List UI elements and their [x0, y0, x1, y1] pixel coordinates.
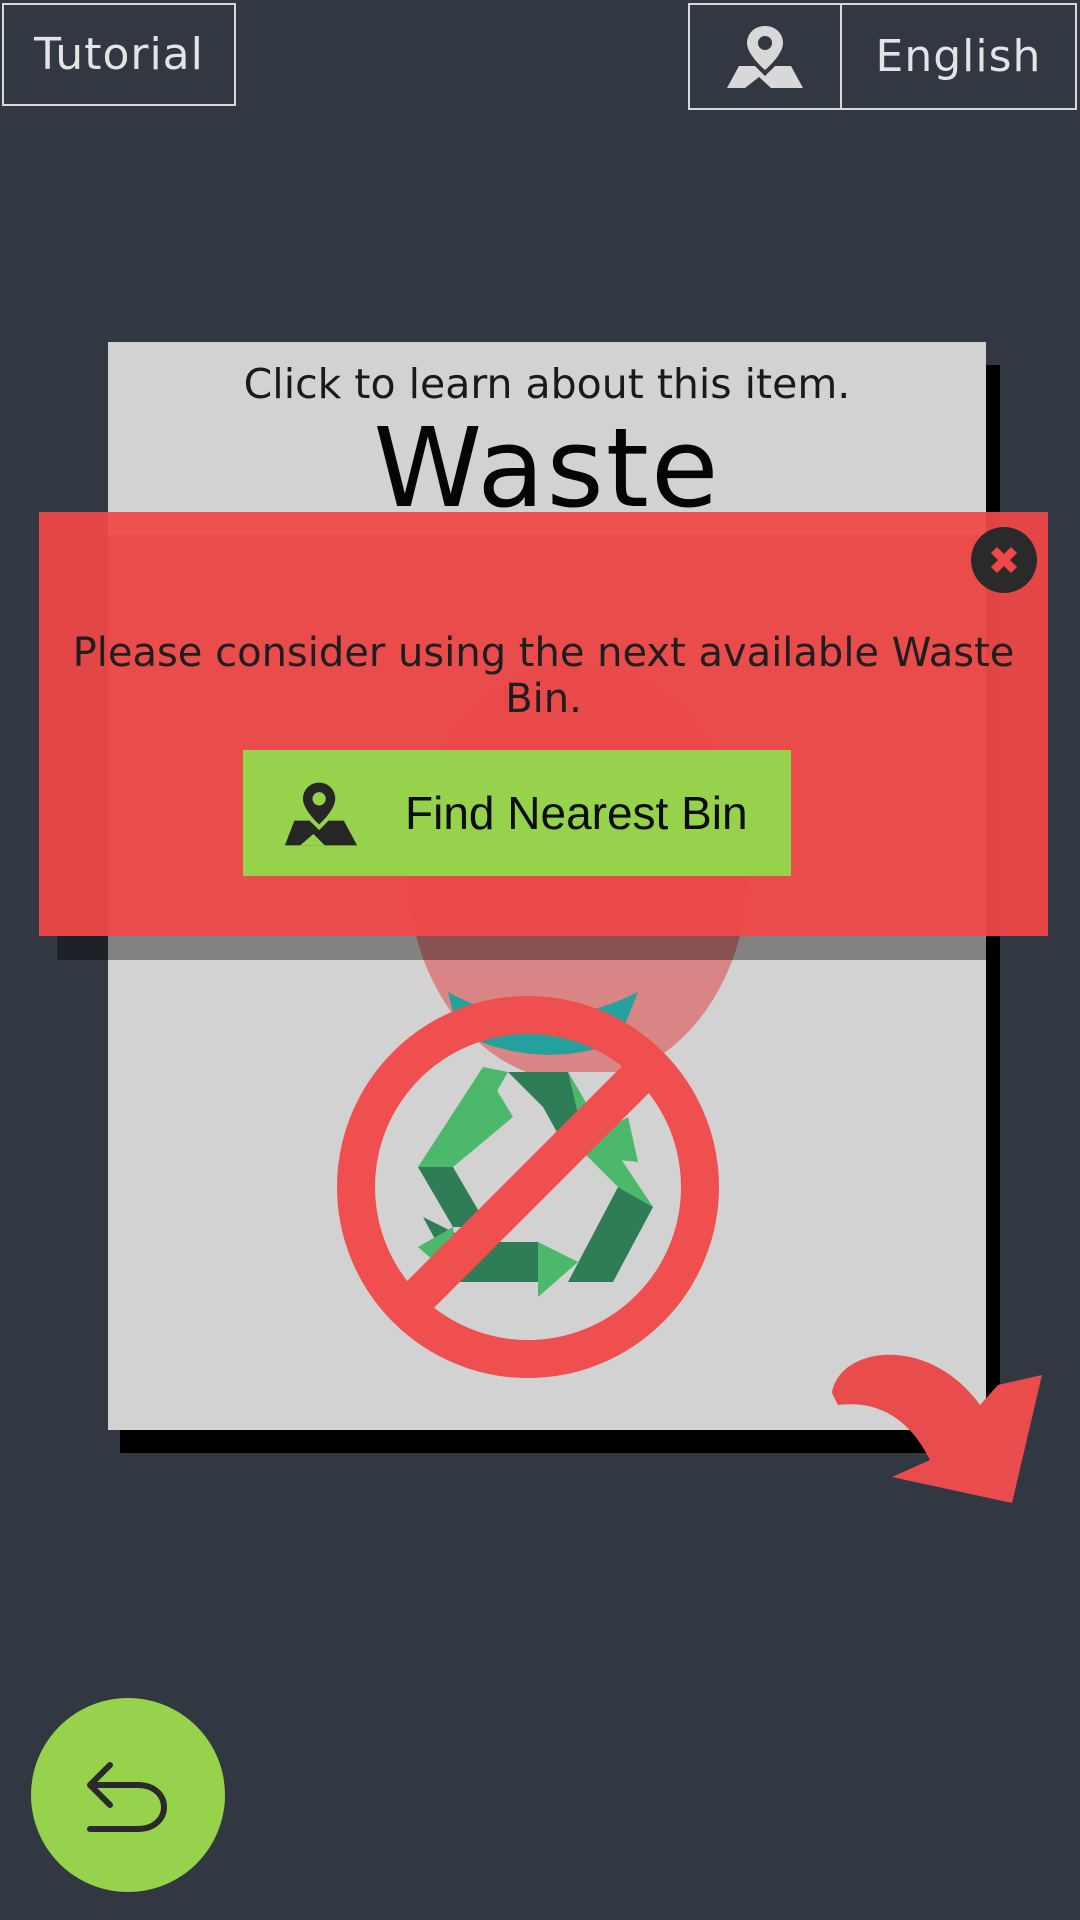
screen: Tutorial English Click to learn about th…	[0, 0, 1080, 1920]
close-icon	[991, 547, 1017, 573]
language-label: English	[875, 31, 1042, 82]
map-button[interactable]	[688, 3, 842, 110]
curved-arrow-icon	[832, 1354, 1042, 1503]
find-nearest-bin-button[interactable]: Find Nearest Bin	[243, 750, 791, 876]
tutorial-button[interactable]: Tutorial	[2, 3, 236, 106]
tutorial-label: Tutorial	[34, 29, 204, 80]
map-location-icon	[727, 25, 803, 88]
find-nearest-bin-label: Find Nearest Bin	[405, 787, 748, 839]
no-recycling-icon	[337, 996, 719, 1378]
language-button[interactable]: English	[840, 3, 1077, 110]
alert-message: Please consider using the next available…	[72, 630, 1015, 722]
alert-banner: Please consider using the next available…	[39, 512, 1048, 936]
map-location-icon	[284, 782, 358, 846]
card-hint: Click to learn about this item.	[243, 360, 851, 408]
alert-close-button[interactable]	[971, 527, 1037, 593]
back-button[interactable]	[31, 1698, 225, 1892]
undo-arrow-icon	[87, 1762, 168, 1832]
